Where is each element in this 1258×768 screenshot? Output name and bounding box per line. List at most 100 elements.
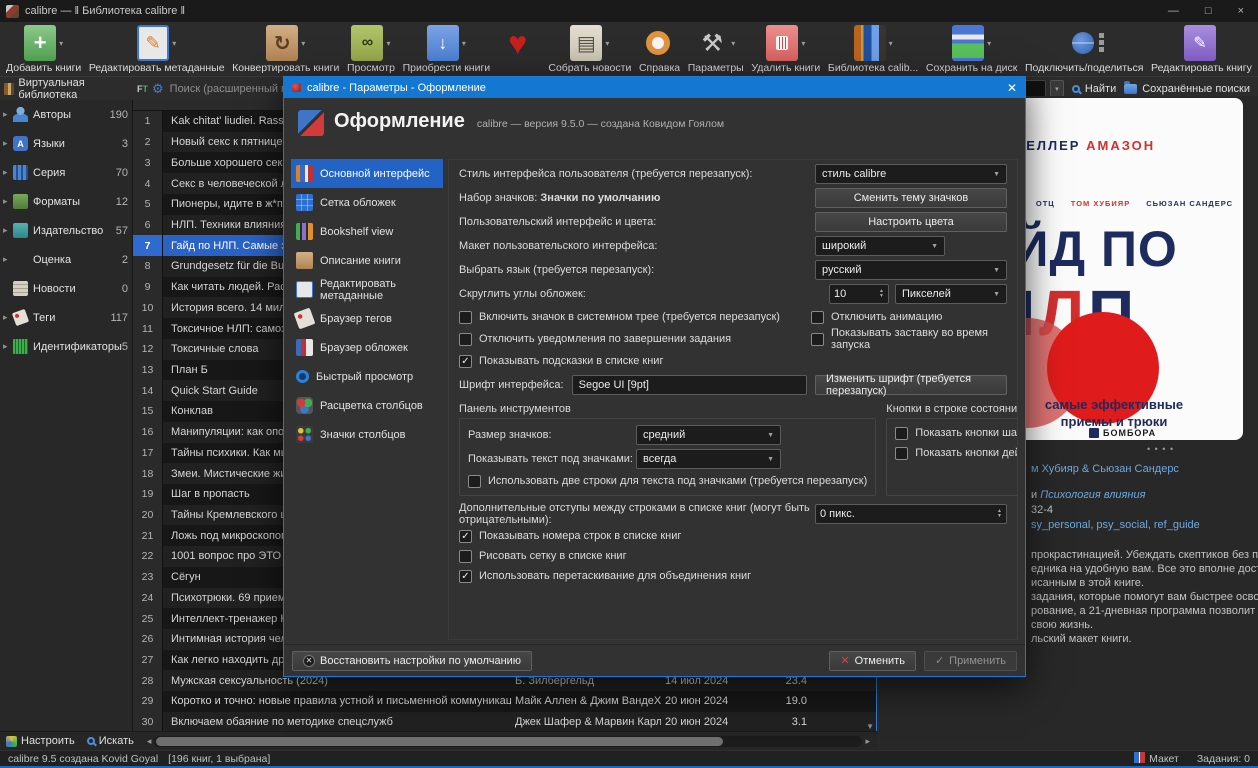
action-buttons-checkbox[interactable] xyxy=(895,447,908,460)
toolbar-button[interactable]: ∞ ▾ Просмотр xyxy=(347,25,395,74)
tooltips-checkbox[interactable] xyxy=(459,355,472,368)
interface-font-field[interactable]: Segoe UI [9pt] xyxy=(572,375,807,395)
chevron-down-icon[interactable]: ▾ xyxy=(462,39,466,48)
corner-radius-spinner[interactable]: 10▲▼ xyxy=(829,284,889,304)
chevron-down-icon[interactable]: ▾ xyxy=(987,39,991,48)
jobs-indicator[interactable]: Задания: 0 xyxy=(1197,753,1250,765)
two-line-text-checkbox[interactable] xyxy=(468,475,481,488)
dialog-sidebar-item[interactable]: Браузер тегов xyxy=(291,304,443,333)
saved-searches-button[interactable]: Сохранённые поиски xyxy=(1124,83,1250,95)
toolbar-button[interactable]: ▾ Библиотека calib... xyxy=(828,25,918,74)
tag-browser-item[interactable]: ▸ Серия 70 xyxy=(0,158,132,187)
search-dropdown-icon[interactable]: ▾ xyxy=(1050,80,1064,97)
expand-arrow-icon[interactable]: ▸ xyxy=(3,312,12,323)
book-row[interactable]: 29 Коротко и точно: новые правила устной… xyxy=(133,691,876,712)
chevron-down-icon[interactable]: ▾ xyxy=(59,39,63,48)
tag-links[interactable]: sy_personal, psy_social, ref_guide xyxy=(1031,518,1200,533)
scroll-left-icon[interactable]: ◂ xyxy=(144,736,155,747)
gear-icon[interactable]: ⚙ xyxy=(152,81,164,97)
toolbar-button[interactable]: Подключить/поделиться xyxy=(1025,25,1143,74)
toolbar-button[interactable]: ✎ Редактировать книгу xyxy=(1151,25,1252,74)
chevron-down-icon[interactable]: ▾ xyxy=(731,39,735,48)
tag-browser-item[interactable]: ▸ Языки 3 xyxy=(0,129,132,158)
grid-checkbox[interactable] xyxy=(459,550,472,563)
toolbar-button[interactable]: ✎ ▾ Редактировать метаданные xyxy=(89,25,225,74)
apply-button[interactable]: ✓Применить xyxy=(924,651,1017,671)
tag-browser-item[interactable]: ▸ Идентификаторы 5 xyxy=(0,332,132,361)
expand-arrow-icon[interactable]: ▸ xyxy=(3,138,12,149)
drag-merge-checkbox[interactable] xyxy=(459,570,472,583)
full-text-search-icon[interactable]: FT xyxy=(137,84,148,94)
expand-arrow-icon[interactable]: ▸ xyxy=(3,109,12,120)
row-numbers-checkbox[interactable] xyxy=(459,530,472,543)
expand-arrow-icon[interactable]: ▸ xyxy=(3,196,12,207)
expand-arrow-icon[interactable]: ▸ xyxy=(3,225,12,236)
chevron-down-icon[interactable]: ▾ xyxy=(605,39,609,48)
scrollbar-thumb[interactable] xyxy=(156,737,722,746)
dialog-sidebar-item[interactable]: Редактировать метаданные xyxy=(291,275,443,304)
find-item-button[interactable]: Искать xyxy=(81,735,140,747)
dialog-sidebar-item[interactable]: Быстрый просмотр xyxy=(291,362,443,391)
systray-checkbox[interactable] xyxy=(459,311,472,324)
horizontal-scrollbar[interactable]: ◂ ▸ xyxy=(140,732,877,750)
toolbar-button[interactable]: ♥ xyxy=(498,25,541,62)
tag-browser-item[interactable]: Новости 0 xyxy=(0,274,132,303)
configure-button[interactable]: Настроить xyxy=(0,735,81,747)
toolbar-button[interactable]: ▾ Удалить книги xyxy=(751,25,820,74)
toolbar-button[interactable]: ▾ Сохранить на диск xyxy=(926,25,1018,74)
virtual-library-button[interactable]: Виртуальная библиотека xyxy=(0,77,133,101)
scroll-down-icon[interactable]: ▼ xyxy=(866,722,874,731)
maximize-button[interactable]: □ xyxy=(1205,5,1212,17)
splash-screen-checkbox[interactable] xyxy=(811,333,824,346)
toolbar-button[interactable]: ⚒ ▾ Параметры xyxy=(688,25,744,74)
find-button[interactable]: Найти xyxy=(1072,83,1116,95)
cover-caret-dots[interactable]: • • • • xyxy=(1147,444,1174,454)
change-icon-theme-button[interactable]: Сменить тему значков xyxy=(815,188,1007,208)
layout-button[interactable]: Макет xyxy=(1134,752,1179,765)
chevron-down-icon[interactable]: ▾ xyxy=(801,39,805,48)
template-buttons-checkbox[interactable] xyxy=(895,427,908,440)
toolbar-button[interactable]: Справка xyxy=(639,25,680,74)
dialog-sidebar-item[interactable]: Bookshelf view xyxy=(291,217,443,246)
chevron-down-icon[interactable]: ▾ xyxy=(889,39,893,48)
disable-notifications-checkbox[interactable] xyxy=(459,333,472,346)
tag-browser-item[interactable]: ▸ Оценка 2 xyxy=(0,245,132,274)
expand-arrow-icon[interactable]: ▸ xyxy=(3,341,12,352)
book-row[interactable]: 30 Включаем обаяние по методике спецслуж… xyxy=(133,712,876,733)
dialog-close-icon[interactable]: ✕ xyxy=(1007,81,1017,95)
scrollbar-track[interactable] xyxy=(154,736,862,747)
series-link[interactable]: Психология влияния xyxy=(1040,489,1145,501)
author-links[interactable]: м Хубияр & Сьюзан Сандерс xyxy=(1031,462,1200,477)
dialog-sidebar-item[interactable]: Браузер обложек xyxy=(291,333,443,362)
dialog-sidebar-item[interactable]: Значки столбцов xyxy=(291,420,443,449)
ui-layout-select[interactable]: широкий▼ xyxy=(815,236,945,256)
toolbar-button[interactable]: ▤ ▾ Собрать новости xyxy=(548,25,631,74)
corner-unit-select[interactable]: Пикселей▼ xyxy=(895,284,1007,304)
close-button[interactable]: × xyxy=(1238,5,1244,17)
toolbar-button[interactable]: + ▾ Добавить книги xyxy=(6,25,81,74)
language-select[interactable]: русский▼ xyxy=(815,260,1007,280)
minimize-button[interactable]: — xyxy=(1168,5,1179,17)
tag-browser-item[interactable]: ▸ Авторы 190 xyxy=(0,100,132,129)
scroll-right-icon[interactable]: ▸ xyxy=(862,736,873,747)
dialog-sidebar-item[interactable]: Описание книги xyxy=(291,246,443,275)
toolbar-button[interactable]: ↓ ▾ Приобрести книги xyxy=(403,25,491,74)
expand-arrow-icon[interactable]: ▸ xyxy=(3,167,12,178)
ui-style-select[interactable]: стиль calibre▼ xyxy=(815,164,1007,184)
tag-browser-item[interactable]: ▸ Издательство 57 xyxy=(0,216,132,245)
dialog-titlebar[interactable]: calibre - Параметры - Оформление ✕ xyxy=(284,77,1025,98)
tag-browser-item[interactable]: ▸ Теги 117 xyxy=(0,303,132,332)
chevron-down-icon[interactable]: ▾ xyxy=(301,39,305,48)
dialog-sidebar-item[interactable]: Расцветка столбцов xyxy=(291,391,443,420)
text-under-icons-select[interactable]: всегда▼ xyxy=(636,449,781,469)
icon-size-select[interactable]: средний▼ xyxy=(636,425,781,445)
cancel-button[interactable]: ✕Отменить xyxy=(829,651,915,671)
change-font-button[interactable]: Изменить шрифт (требуется перезапуск) xyxy=(815,375,1007,395)
dialog-sidebar-item[interactable]: Основной интерфейс xyxy=(291,159,443,188)
expand-arrow-icon[interactable]: ▸ xyxy=(3,254,12,265)
row-spacing-spinner[interactable]: 0 пикс.▲▼ xyxy=(815,504,1007,524)
disable-animations-checkbox[interactable] xyxy=(811,311,824,324)
toolbar-button[interactable]: ↻ ▾ Конвертировать книги xyxy=(232,25,339,74)
chevron-down-icon[interactable]: ▾ xyxy=(172,39,176,48)
customize-colors-button[interactable]: Настроить цвета xyxy=(815,212,1007,232)
